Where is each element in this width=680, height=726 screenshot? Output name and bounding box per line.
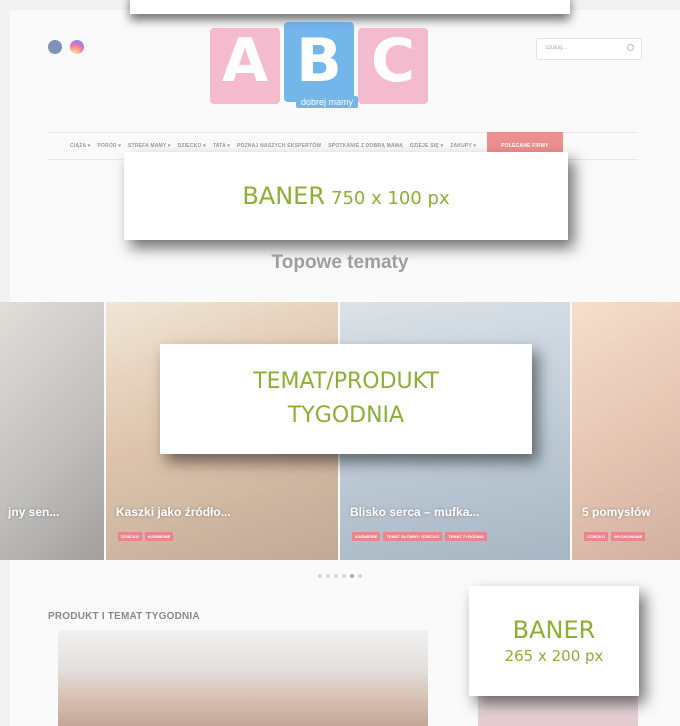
instagram-icon[interactable] xyxy=(70,40,84,54)
tag[interactable]: KARMIENIE xyxy=(352,532,381,541)
slide-title[interactable]: jny sen... xyxy=(8,505,59,519)
featured-line-1: TEMAT/PRODUKT xyxy=(253,369,439,394)
banner-side-size: 265 x 200 px xyxy=(504,647,604,665)
logo-letter-a: A xyxy=(221,26,269,96)
slider-dot[interactable] xyxy=(326,574,330,578)
site-logo[interactable]: A B C dobrej mamy xyxy=(210,22,428,114)
slider-dot-active[interactable] xyxy=(350,574,354,578)
nav-item-dziecko[interactable]: DZIECKO ▾ xyxy=(178,143,206,149)
nav-item-porod[interactable]: PORÓD ▾ xyxy=(97,143,121,149)
tag[interactable]: DZIECKO xyxy=(118,532,142,541)
banner-side-label: BANER xyxy=(512,616,596,644)
nav-item-zakupy[interactable]: ZAKUPY ▾ xyxy=(450,143,476,149)
logo-letter-b: B xyxy=(296,26,342,96)
product-image[interactable] xyxy=(58,630,428,726)
logo-subtitle: dobrej mamy xyxy=(296,96,359,108)
tag[interactable]: TEMAT GŁÓWNY: DZIECKO xyxy=(383,532,443,541)
banner-placeholder-side: BANER 265 x 200 px xyxy=(469,586,639,696)
banner-top-label: BANER xyxy=(242,182,326,210)
search-input[interactable]: szukaj... xyxy=(536,38,642,60)
slider-dot[interactable] xyxy=(358,574,362,578)
featured-topic-placeholder: TEMAT/PRODUKT TYGODNIA xyxy=(160,344,532,454)
slide-title[interactable]: Blisko serca – mufka... xyxy=(350,505,479,519)
banner-placeholder-top: BANER 750 x 100 px xyxy=(124,152,568,240)
facebook-icon[interactable] xyxy=(48,40,62,54)
banner-top-size: 750 x 100 px xyxy=(331,188,450,209)
top-banner-card-edge xyxy=(130,0,570,14)
slide[interactable]: 5 pomysłów DZIECKO WYCHOWANIE xyxy=(572,302,680,560)
nav-item-ciaza[interactable]: CIĄŻA ▾ xyxy=(70,143,90,149)
search-icon[interactable] xyxy=(627,44,634,51)
social-links xyxy=(48,40,84,54)
slider-dot[interactable] xyxy=(318,574,322,578)
nav-item-eksperci[interactable]: POZNAJ NASZYCH EKSPERTÓW xyxy=(237,143,321,149)
section-title: Topowe tematy xyxy=(271,252,409,273)
tag[interactable]: KARMIENIE xyxy=(145,532,174,541)
product-section-title: PRODUKT I TEMAT TYGODNIA xyxy=(48,611,200,622)
slider-pagination xyxy=(318,574,362,578)
slider-dot[interactable] xyxy=(334,574,338,578)
nav-item-strefa-mamy[interactable]: STREFA MAMY ▾ xyxy=(128,143,171,149)
slide-title[interactable]: 5 pomysłów xyxy=(582,505,651,519)
tag[interactable]: WYCHOWANIE xyxy=(611,532,646,541)
search-placeholder: szukaj... xyxy=(545,45,568,51)
featured-line-2: TYGODNIA xyxy=(287,403,405,428)
nav-item-spotkanie[interactable]: SPOTKANIE Z DOBRĄ MAMĄ xyxy=(328,143,403,149)
logo-letter-c: C xyxy=(370,26,416,96)
tag[interactable]: TEMAT TYGODNIA xyxy=(445,532,487,541)
tag[interactable]: DZIECKO xyxy=(584,532,608,541)
nav-item-dzieje-sie[interactable]: DZIEJE SIĘ ▾ xyxy=(410,143,443,149)
slide[interactable]: jny sen... xyxy=(0,302,104,560)
slider-dot[interactable] xyxy=(342,574,346,578)
nav-item-tata[interactable]: TATA ▾ xyxy=(213,143,230,149)
slide-title[interactable]: Kaszki jako źródło... xyxy=(116,505,231,519)
